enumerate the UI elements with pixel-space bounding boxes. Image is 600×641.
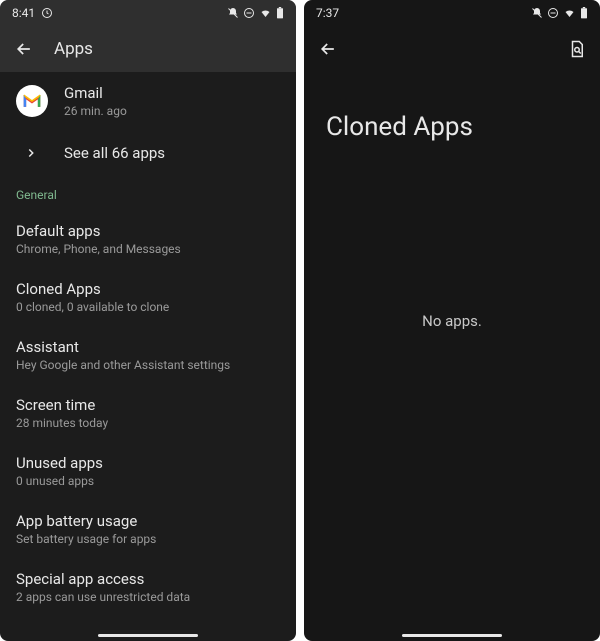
battery-icon bbox=[276, 7, 284, 19]
apps-settings-screen: 8:41 Apps bbox=[0, 0, 296, 641]
header-bar bbox=[304, 26, 600, 72]
recent-app-item[interactable]: Gmail 26 min. ago bbox=[0, 72, 296, 130]
setting-app-battery[interactable]: App battery usage Set battery usage for … bbox=[0, 500, 296, 558]
status-time: 7:37 bbox=[316, 6, 339, 20]
gmail-icon bbox=[16, 85, 48, 117]
status-bar: 7:37 bbox=[304, 0, 600, 26]
back-icon[interactable] bbox=[14, 39, 34, 59]
page-title: Apps bbox=[54, 39, 93, 59]
setting-cloned-apps[interactable]: Cloned Apps 0 cloned, 0 available to clo… bbox=[0, 268, 296, 326]
section-general: General bbox=[0, 176, 296, 210]
app-name: Gmail bbox=[64, 84, 127, 102]
battery-icon bbox=[580, 7, 588, 19]
status-time: 8:41 bbox=[12, 6, 35, 20]
status-bar: 8:41 bbox=[0, 0, 296, 26]
back-icon[interactable] bbox=[318, 39, 338, 59]
setting-default-apps[interactable]: Default apps Chrome, Phone, and Messages bbox=[0, 210, 296, 268]
setting-special-access[interactable]: Special app access 2 apps can use unrest… bbox=[0, 558, 296, 616]
setting-unused-apps[interactable]: Unused apps 0 unused apps bbox=[0, 442, 296, 500]
chevron-right-icon bbox=[24, 146, 38, 160]
setting-screen-time[interactable]: Screen time 28 minutes today bbox=[0, 384, 296, 442]
page-title: Cloned Apps bbox=[304, 72, 600, 162]
dnd-icon bbox=[547, 7, 559, 19]
cloned-apps-screen: 7:37 Cloned Apps No apps. bbox=[304, 0, 600, 641]
wifi-icon bbox=[259, 7, 272, 19]
nav-handle[interactable] bbox=[98, 634, 198, 637]
app-subtitle: 26 min. ago bbox=[64, 104, 127, 118]
empty-state-text: No apps. bbox=[422, 312, 482, 330]
see-all-label: See all 66 apps bbox=[64, 144, 165, 162]
find-in-page-icon[interactable] bbox=[568, 40, 586, 58]
header-bar: Apps bbox=[0, 26, 296, 72]
content-area: Gmail 26 min. ago See all 66 apps Genera… bbox=[0, 72, 296, 641]
sync-icon bbox=[41, 7, 53, 19]
see-all-apps[interactable]: See all 66 apps bbox=[0, 130, 296, 176]
nav-handle[interactable] bbox=[402, 634, 502, 637]
dnd-icon bbox=[243, 7, 255, 19]
notification-mute-icon bbox=[531, 7, 543, 19]
setting-assistant[interactable]: Assistant Hey Google and other Assistant… bbox=[0, 326, 296, 384]
notification-mute-icon bbox=[227, 7, 239, 19]
wifi-icon bbox=[563, 7, 576, 19]
